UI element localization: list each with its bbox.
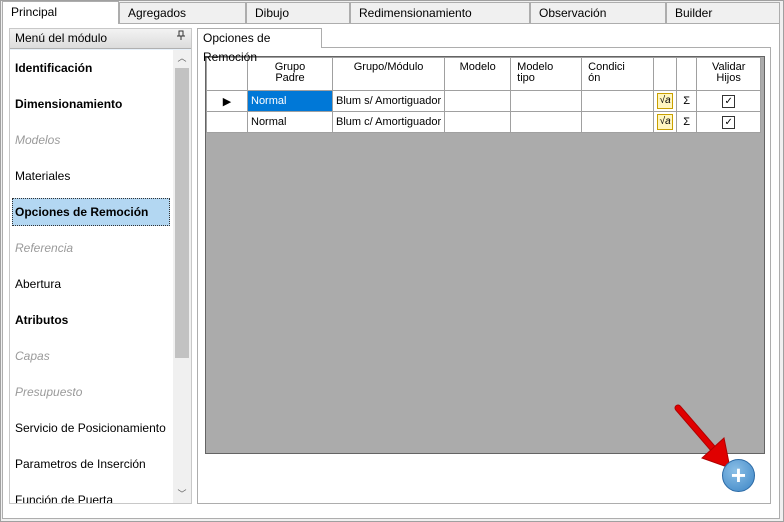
cell-grupo-padre[interactable]: Normal (247, 111, 333, 133)
menu-item-servicio-de-posicionamiento[interactable]: Servicio de Posicionamiento (12, 414, 173, 442)
cell-condicion[interactable] (581, 111, 655, 133)
sqrt-formula-icon[interactable]: √a (653, 111, 678, 133)
sum-icon[interactable]: Σ (676, 90, 698, 112)
cell-validar-hijos[interactable]: ✓ (696, 111, 762, 133)
col-grupo-padre[interactable]: Grupo Padre (247, 57, 333, 91)
cell-validar-hijos[interactable]: ✓ (696, 90, 762, 112)
module-menu-scrollbar[interactable]: ︿ ﹀ (173, 50, 191, 503)
col-modelo[interactable]: Modelo (444, 57, 512, 91)
tab-principal[interactable]: Principal (2, 1, 119, 24)
menu-item-opciones-de-remocion[interactable]: Opciones de Remoción (12, 198, 170, 226)
col-condicion[interactable]: Condici ón (581, 57, 655, 91)
table-row[interactable]: ▶ Normal Blum s/ Amortiguador √a Σ ✓ (206, 90, 762, 112)
menu-item-materiales[interactable]: Materiales (12, 162, 173, 190)
tab-opciones-de-remocion[interactable]: Opciones de Remoción (197, 28, 322, 64)
tab-redimensionamiento[interactable]: Redimensionamiento (350, 2, 530, 23)
row-pointer-icon[interactable]: ▶ (206, 90, 248, 112)
col-sum (676, 57, 698, 91)
menu-item-modelos: Modelos (15, 133, 61, 147)
row-header[interactable] (206, 111, 248, 133)
cell-modelo-tipo[interactable] (510, 90, 583, 112)
main-tabs: Principal Agregados Dibujo Redimensionam… (2, 1, 780, 24)
col-modelo-tipo[interactable]: Modelo tipo (510, 57, 583, 91)
sum-icon[interactable]: Σ (676, 111, 698, 133)
cell-grupo-modulo[interactable]: Blum s/ Amortiguador (331, 90, 446, 112)
menu-item-parametros-de-insercion[interactable]: Parametros de Inserción (12, 450, 173, 478)
tab-builder[interactable]: Builder (666, 2, 780, 23)
menu-item-funcion-de-puerta[interactable]: Función de Puerta (12, 486, 173, 503)
menu-item-identificacion[interactable]: Identificación (12, 54, 173, 82)
sqrt-formula-icon[interactable]: √a (653, 90, 678, 112)
module-menu-panel: Menú del módulo Identificación Dimension… (9, 28, 192, 504)
tab-dibujo[interactable]: Dibujo (246, 2, 350, 23)
col-grupo-modulo[interactable]: Grupo/Módulo (331, 57, 446, 91)
cell-modelo[interactable] (444, 111, 512, 133)
module-menu-title: Menú del módulo (15, 31, 108, 45)
cell-grupo-padre[interactable]: Normal (247, 90, 333, 112)
menu-item-referencia: Referencia (15, 241, 74, 255)
col-formula (653, 57, 678, 91)
table-row[interactable]: Normal Blum c/ Amortiguador √a Σ ✓ (206, 111, 762, 133)
scroll-thumb[interactable] (175, 68, 189, 358)
checkbox-validar-hijos[interactable]: ✓ (722, 94, 736, 108)
cell-modelo-tipo[interactable] (510, 111, 583, 133)
menu-item-atributos[interactable]: Atributos (12, 306, 173, 334)
checkbox-validar-hijos[interactable]: ✓ (722, 115, 736, 129)
tab-observacion[interactable]: Observación (530, 2, 666, 23)
scroll-up-icon[interactable]: ︿ (173, 50, 191, 67)
menu-item-abertura[interactable]: Abertura (12, 270, 173, 298)
add-icon[interactable]: + (722, 459, 755, 492)
tab-agregados[interactable]: Agregados (119, 2, 246, 23)
menu-item-presupuesto: Presupuesto (15, 385, 83, 399)
scroll-down-icon[interactable]: ﹀ (173, 486, 191, 503)
module-menu-header: Menú del módulo (10, 29, 191, 49)
menu-item-capas: Capas (15, 349, 50, 363)
pin-icon[interactable] (177, 29, 185, 48)
cell-grupo-modulo[interactable]: Blum c/ Amortiguador (331, 111, 446, 133)
col-validar-hijos[interactable]: Validar Hijos (696, 57, 762, 91)
cell-condicion[interactable] (581, 90, 655, 112)
removal-options-grid: Grupo Padre Grupo/Módulo Modelo Modelo t… (205, 56, 765, 454)
cell-modelo[interactable] (444, 90, 512, 112)
module-menu-list: Identificación Dimensionamiento Modelos … (10, 50, 173, 503)
menu-item-dimensionamiento[interactable]: Dimensionamiento (12, 90, 173, 118)
